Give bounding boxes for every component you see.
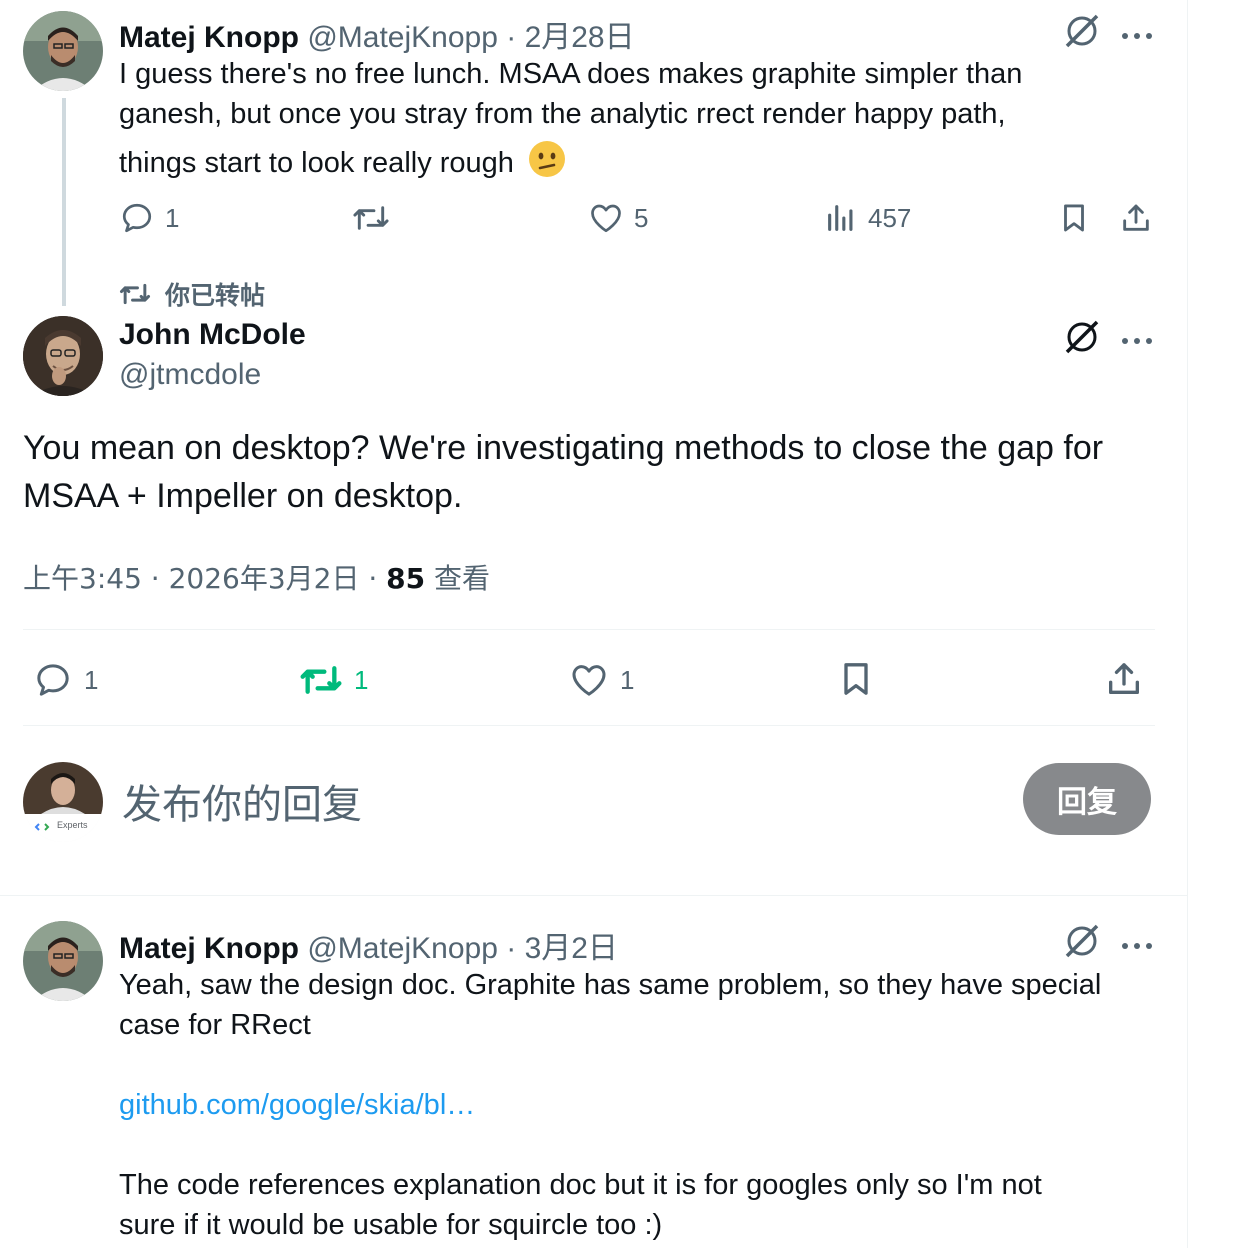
- heart-icon: [591, 204, 621, 233]
- tweet-text: Yeah, saw the design doc. Graphite has s…: [119, 965, 1169, 1045]
- views-label: 查看: [434, 562, 491, 595]
- tweet-line: MSAA + Impeller on desktop.: [23, 477, 463, 515]
- conversation-column: Matej Knopp @MatejKnopp · 2月28日 I guess …: [0, 0, 1188, 1248]
- bookmark-icon: [844, 663, 868, 695]
- reply-icon: [122, 203, 152, 233]
- retweet-button[interactable]: [352, 200, 390, 236]
- bookmark-icon: [1064, 204, 1084, 232]
- like-button[interactable]: 5: [588, 200, 648, 236]
- views-button[interactable]: 457: [824, 200, 911, 236]
- grok-icon[interactable]: [1063, 12, 1101, 55]
- reply-icon: [37, 664, 69, 696]
- retweeted-label: 你已转帖: [165, 281, 266, 310]
- tweet-text: You mean on desktop? We're investigating…: [23, 424, 1163, 520]
- share-button[interactable]: [1119, 200, 1153, 236]
- share-icon: [1123, 204, 1149, 231]
- author-meta[interactable]: @MatejKnopp · 3月2日: [307, 932, 618, 965]
- tweet-line: things start to look really rough: [119, 134, 1159, 183]
- more-icon[interactable]: [1121, 332, 1153, 350]
- heart-icon: [572, 665, 606, 696]
- avatar-photo: [23, 762, 103, 842]
- author-name[interactable]: Matej Knopp: [119, 21, 299, 54]
- share-icon: [1109, 663, 1139, 694]
- reply-submit-button[interactable]: 回复: [1023, 763, 1151, 835]
- reply-button[interactable]: 1: [119, 200, 179, 236]
- tweet-line: Yeah, saw the design doc. Graphite has s…: [119, 969, 1102, 1001]
- confused-face-emoji: [528, 140, 566, 189]
- avatar[interactable]: [23, 921, 103, 1001]
- avatar[interactable]: Experts: [23, 762, 103, 842]
- avatar-photo: [23, 11, 103, 91]
- avatar[interactable]: [23, 316, 103, 396]
- bookmark-button[interactable]: [1057, 200, 1091, 236]
- retweet-icon: [119, 283, 151, 305]
- tweet-line: sure if it would be usable for squircle …: [119, 1209, 663, 1241]
- tweet-link[interactable]: github.com/google/skia/bl…: [119, 1085, 475, 1125]
- column-border: [1187, 0, 1188, 1248]
- divider: [23, 629, 1155, 630]
- reply-button[interactable]: 1: [32, 660, 98, 700]
- avatar-photo: [23, 316, 103, 396]
- retweet-count: 1: [354, 664, 369, 695]
- avatar-badge-text: Experts: [57, 820, 88, 830]
- views-count: 85: [386, 562, 426, 595]
- tweet-line: I guess there's no free lunch. MSAA does…: [119, 58, 1023, 90]
- share-button[interactable]: [1104, 658, 1144, 700]
- tweet-line: case for RRect: [119, 1009, 311, 1041]
- divider: [23, 725, 1155, 726]
- reply-input[interactable]: 发布你的回复: [122, 772, 362, 830]
- tweet-line: ganesh, but once you stray from the anal…: [119, 98, 1006, 130]
- author-handle[interactable]: @jtmcdole: [119, 358, 261, 392]
- like-count: 1: [620, 664, 635, 695]
- more-icon[interactable]: [1121, 27, 1153, 45]
- tweet-line: The code references explanation doc but …: [119, 1169, 1042, 1201]
- like-count: 5: [634, 202, 649, 233]
- grok-icon[interactable]: [1063, 922, 1101, 965]
- tweet-text: I guess there's no free lunch. MSAA does…: [119, 54, 1159, 183]
- retweeted-note: 你已转帖: [119, 276, 265, 312]
- retweet-icon: [353, 206, 389, 230]
- bookmark-button[interactable]: [836, 658, 876, 700]
- author-meta[interactable]: @MatejKnopp · 2月28日: [307, 21, 634, 54]
- retweet-icon: [300, 666, 342, 694]
- avatar[interactable]: [23, 11, 103, 91]
- grok-icon[interactable]: [1063, 318, 1101, 361]
- timestamp-text[interactable]: 上午3:45 · 2026年3月2日 ·: [23, 562, 386, 595]
- retweet-button[interactable]: 1: [298, 660, 368, 700]
- author-name[interactable]: John McDole: [119, 318, 306, 352]
- thread-line: [62, 98, 66, 306]
- more-icon[interactable]: [1121, 937, 1153, 955]
- tweet-timestamp: 上午3:45 · 2026年3月2日 · 85 查看: [23, 557, 490, 597]
- analytics-icon: [828, 205, 853, 231]
- view-count: 457: [868, 202, 912, 233]
- like-button[interactable]: 1: [568, 660, 634, 700]
- divider: [0, 895, 1188, 896]
- reply-count: 1: [84, 664, 99, 695]
- avatar-photo: [23, 921, 103, 1001]
- author-name[interactable]: Matej Knopp: [119, 932, 299, 965]
- tweet-line: You mean on desktop? We're investigating…: [23, 429, 1104, 467]
- tweet-text: The code references explanation doc but …: [119, 1165, 1169, 1245]
- reply-count: 1: [165, 202, 180, 233]
